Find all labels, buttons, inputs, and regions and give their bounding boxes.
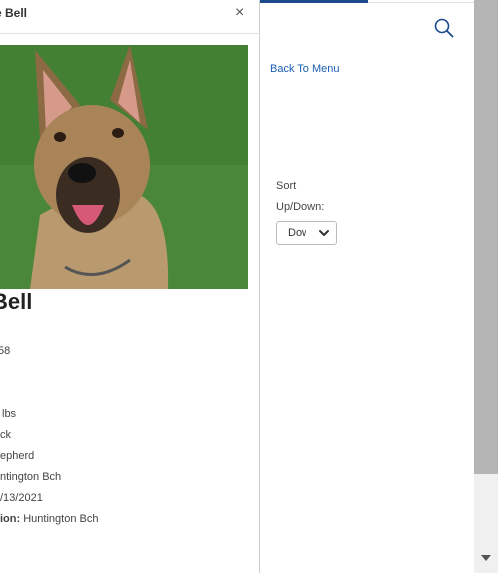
pet-name: Bell bbox=[0, 289, 33, 314]
pet-weight-value: lbs bbox=[2, 408, 17, 420]
detail-label: ion: bbox=[0, 513, 21, 525]
pet-detail-panel: e Bell × Bell 58 lbs ck epherd bbox=[0, 0, 259, 573]
panel-title: e Bell bbox=[0, 6, 28, 20]
pet-breed-value: epherd bbox=[0, 450, 35, 462]
pet-current-location: ion: Huntington Bch bbox=[0, 513, 98, 525]
sort-label-line-2: Up/Down: bbox=[276, 201, 325, 213]
scroll-down-arrow-icon[interactable] bbox=[480, 552, 492, 564]
panel-header: e Bell × bbox=[0, 0, 259, 34]
page-scrollbar[interactable] bbox=[474, 0, 498, 573]
dog-photo-illustration bbox=[0, 45, 248, 289]
pet-location-value: ntington Bch bbox=[0, 471, 62, 483]
pet-color-value: ck bbox=[0, 429, 11, 441]
search-icon[interactable] bbox=[434, 18, 454, 38]
pet-date-value: /13/2021 bbox=[0, 492, 43, 504]
sidebar: Back To Menu Sort Up/Down: Down bbox=[260, 0, 474, 573]
sort-direction-select[interactable]: Down bbox=[276, 221, 337, 245]
back-to-menu-link[interactable]: Back To Menu bbox=[270, 63, 340, 75]
scrollbar-thumb[interactable] bbox=[474, 0, 498, 474]
sort-selected-value: Down bbox=[288, 227, 306, 239]
pet-photo bbox=[0, 45, 248, 289]
chevron-down-icon bbox=[319, 230, 329, 236]
sort-label-line-1: Sort bbox=[276, 180, 297, 192]
active-tab-indicator bbox=[260, 0, 368, 3]
sort-label: Sort Up/Down: bbox=[276, 176, 324, 218]
close-icon[interactable]: × bbox=[235, 3, 244, 23]
detail-value: Huntington Bch bbox=[23, 513, 99, 525]
pet-id-value: 58 bbox=[0, 345, 11, 357]
